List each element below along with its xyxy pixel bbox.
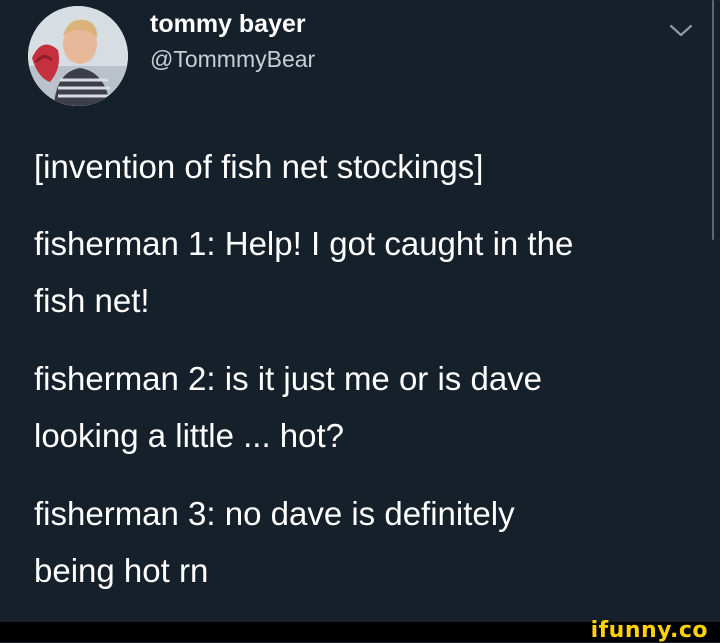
tweet-text-line: fisherman 2: is it just me or is dave: [34, 360, 543, 397]
tweet-text-line: being hot rn: [34, 552, 209, 589]
scrollbar[interactable]: [712, 0, 714, 240]
avatar[interactable]: [28, 6, 128, 106]
tweet-text-line: fish net!: [34, 282, 150, 319]
avatar-image: [28, 6, 128, 106]
chevron-down-icon[interactable]: [668, 22, 694, 40]
tweet-text-line: looking a little ... hot?: [34, 417, 345, 454]
display-name[interactable]: tommy bayer: [150, 10, 306, 39]
tweet-text-line: fisherman 3: no dave is definitely: [34, 495, 515, 532]
user-handle[interactable]: @TommmyBear: [150, 46, 315, 73]
watermark-logo: ifunny.co: [590, 618, 708, 643]
tweet-text-line: [invention of fish net stockings]: [34, 148, 484, 185]
tweet-card: tommy bayer @TommmyBear [invention of fi…: [0, 0, 720, 622]
tweet-text-line: fisherman 1: Help! I got caught in the: [34, 225, 574, 262]
